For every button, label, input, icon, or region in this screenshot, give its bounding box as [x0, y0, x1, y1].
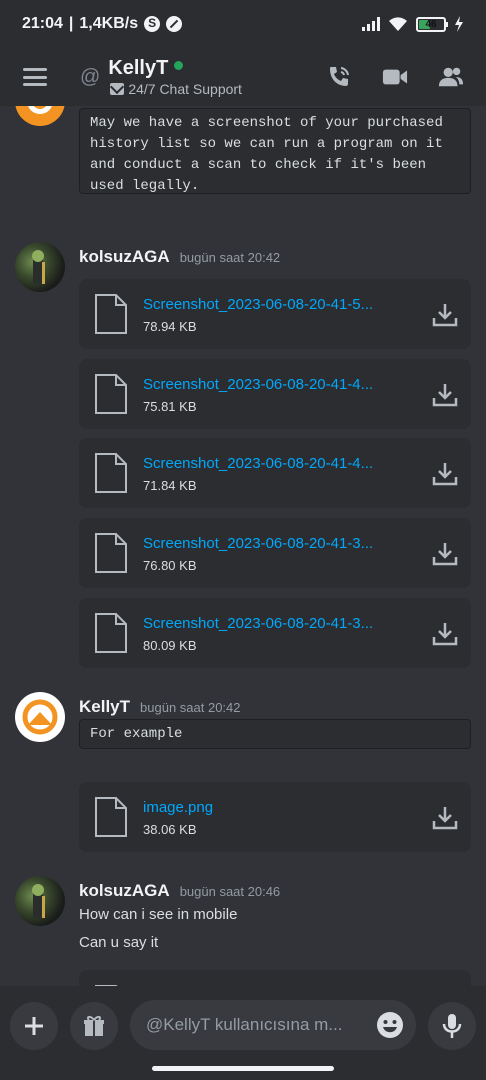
status-bar: 21:04 | 1,4KB/s 46: [0, 0, 486, 48]
avatar[interactable]: [15, 692, 65, 742]
file-icon: [95, 294, 127, 334]
file-attachment[interactable]: Screenshot_2023-06-08-20-41-3... 76.80 K…: [79, 518, 471, 588]
status-time: 21:04: [22, 15, 63, 32]
gesture-bar[interactable]: [152, 1066, 334, 1071]
battery-level: 46: [425, 18, 437, 30]
channel-title-block[interactable]: KellyT 24/7 Chat Support: [108, 57, 242, 97]
status-separator: |: [68, 15, 74, 32]
file-name-link[interactable]: image.png: [143, 799, 418, 816]
file-name-link[interactable]: Screenshot_2023-06-08-20-41-3...: [143, 615, 418, 632]
download-icon[interactable]: [431, 460, 459, 488]
voice-call-icon[interactable]: [326, 64, 352, 90]
gift-icon[interactable]: [70, 1002, 118, 1050]
app-notification-icon: [144, 16, 161, 32]
battery-icon: 46: [416, 16, 448, 32]
file-icon: [95, 797, 127, 837]
file-size: 71.84 KB: [143, 478, 197, 493]
online-status-icon: [174, 61, 184, 70]
video-call-icon[interactable]: [382, 64, 408, 90]
signal-icon: [362, 17, 380, 31]
avatar[interactable]: [15, 876, 65, 926]
hamburger-icon[interactable]: [23, 68, 47, 86]
at-icon: @: [80, 65, 101, 88]
avatar[interactable]: [15, 242, 65, 292]
members-icon[interactable]: [438, 64, 464, 90]
download-icon[interactable]: [431, 381, 459, 409]
do-not-disturb-icon: [166, 16, 183, 32]
download-icon[interactable]: [431, 620, 459, 648]
emoji-icon[interactable]: [376, 1011, 404, 1039]
file-attachment[interactable]: image.png 38.06 KB: [79, 782, 471, 852]
wifi-icon: [389, 17, 407, 31]
message-input[interactable]: @KellyT kullanıcısına m...: [130, 1000, 416, 1050]
message-header: kolsuzAGA bugün saat 20:42: [79, 247, 280, 267]
author-name[interactable]: kolsuzAGA: [79, 881, 170, 901]
file-attachment[interactable]: Screenshot_2023-06-08-20-41-5... 78.94 K…: [79, 279, 471, 349]
file-attachment[interactable]: Screenshot_2023-06-08-20-41-3... 80.09 K…: [79, 598, 471, 668]
message-list[interactable]: May we have a screenshot of your purchas…: [0, 106, 486, 986]
download-icon[interactable]: [431, 301, 459, 329]
file-name-link[interactable]: Screenshot_2023-06-08-20-41-5...: [143, 296, 418, 313]
download-icon[interactable]: [431, 540, 459, 568]
file-attachment[interactable]: [79, 970, 471, 986]
message-timestamp: bugün saat 20:42: [140, 700, 241, 715]
file-icon: [95, 533, 127, 573]
author-name[interactable]: kolsuzAGA: [79, 247, 170, 267]
file-size: 78.94 KB: [143, 319, 197, 334]
author-name[interactable]: KellyT: [79, 697, 130, 717]
file-icon: [95, 374, 127, 414]
message-input-placeholder: @KellyT kullanıcısına m...: [146, 1015, 343, 1034]
message-timestamp: bugün saat 20:42: [179, 250, 281, 265]
message-text: How can i see in mobile: [79, 906, 238, 923]
avatar[interactable]: [15, 106, 65, 126]
channel-header: @ KellyT 24/7 Chat Support: [0, 48, 486, 106]
bolt-icon: [455, 16, 463, 32]
channel-subtitle: 24/7 Chat Support: [128, 81, 242, 97]
message-header: KellyT bugün saat 20:42: [79, 697, 241, 717]
microphone-icon[interactable]: [428, 1002, 476, 1050]
file-name-link[interactable]: Screenshot_2023-06-08-20-41-4...: [143, 455, 418, 472]
file-size: 80.09 KB: [143, 638, 197, 653]
download-icon[interactable]: [431, 804, 459, 832]
mail-icon: [110, 83, 125, 95]
code-block: For example: [79, 719, 471, 749]
file-size: 38.06 KB: [143, 822, 197, 837]
file-size: 75.81 KB: [143, 399, 197, 414]
file-attachment[interactable]: Screenshot_2023-06-08-20-41-4... 71.84 K…: [79, 438, 471, 508]
message-header: kolsuzAGA bugün saat 20:46: [79, 881, 280, 901]
status-network-speed: 1,4KB/s: [79, 15, 139, 32]
file-name-link[interactable]: Screenshot_2023-06-08-20-41-3...: [143, 535, 418, 552]
file-icon: [95, 453, 127, 493]
message-timestamp: bugün saat 20:46: [179, 884, 281, 899]
channel-title: KellyT: [108, 57, 169, 79]
code-block: May we have a screenshot of your purchas…: [79, 108, 471, 194]
message-composer: @KellyT kullanıcısına m...: [0, 986, 486, 1080]
plus-icon[interactable]: [10, 1002, 58, 1050]
file-name-link[interactable]: Screenshot_2023-06-08-20-41-4...: [143, 376, 418, 393]
file-icon: [95, 613, 127, 653]
file-attachment[interactable]: Screenshot_2023-06-08-20-41-4... 75.81 K…: [79, 359, 471, 429]
file-size: 76.80 KB: [143, 558, 197, 573]
message-text: Can u say it: [79, 934, 159, 951]
